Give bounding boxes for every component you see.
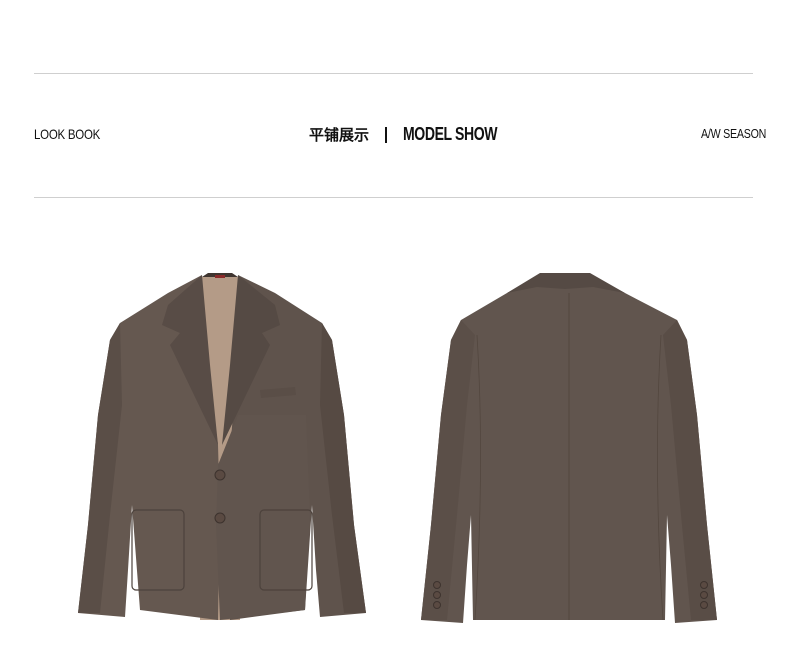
section-title: 平铺展示 MODEL SHOW: [309, 124, 524, 145]
top-divider: [34, 73, 753, 74]
season-label: A/W SEASON: [701, 126, 767, 141]
section-title-cn: 平铺展示: [309, 126, 370, 144]
look-book-label: LOOK BOOK: [34, 126, 101, 142]
jacket-back-image: [421, 273, 717, 623]
section-title-en: MODEL SHOW: [403, 124, 498, 144]
bottom-divider: [34, 197, 753, 198]
title-separator: [385, 126, 388, 143]
jacket-front-image: [78, 273, 366, 620]
